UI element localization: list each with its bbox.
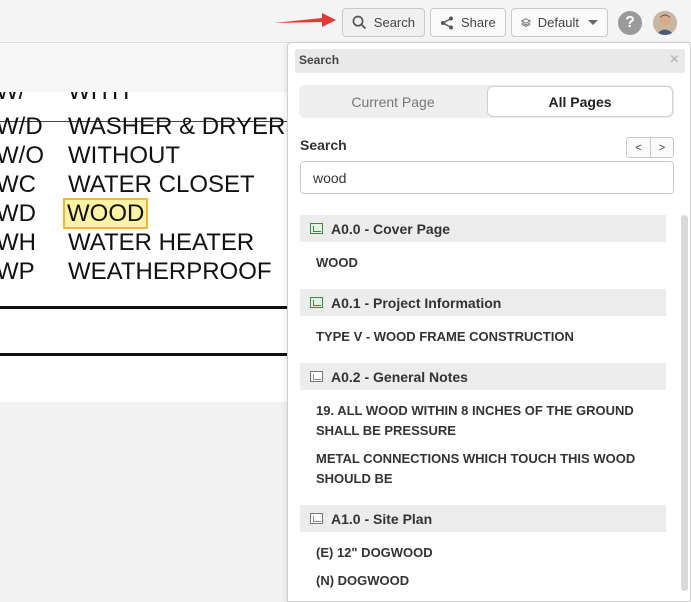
- top-toolbar: Search Share Default ?: [0, 0, 691, 43]
- drawing-abbr: W/D: [0, 113, 43, 140]
- drawing-row: WP WEATHERPROOF: [0, 258, 290, 286]
- share-icon: [441, 16, 453, 29]
- result-match[interactable]: METAL CONNECTIONS WHICH TOUCH THIS WOOD …: [316, 449, 666, 489]
- drawing-row: W/ WITH: [0, 92, 290, 106]
- panel-header: Search ×: [295, 49, 685, 73]
- drawing-row: WC WATER CLOSET: [0, 171, 290, 199]
- chevron-down-icon: [588, 20, 598, 25]
- drawing-term: WITHOUT: [68, 142, 180, 169]
- divider: [0, 353, 290, 356]
- tab-current-page[interactable]: Current Page: [299, 86, 487, 117]
- result-sheet-header[interactable]: A0.2 - General Notes: [300, 363, 666, 390]
- drawing-margin: [0, 402, 290, 602]
- drawing-abbr: WD: [0, 200, 36, 227]
- search-input[interactable]: [300, 161, 674, 194]
- drawing-term: WATER HEATER: [68, 229, 255, 256]
- layers-icon: [521, 18, 531, 27]
- drawing-term: WITH: [68, 92, 129, 106]
- result-sheet-header[interactable]: A0.0 - Cover Page: [300, 215, 666, 242]
- drawing-abbr: W/O: [0, 142, 44, 169]
- result-match[interactable]: WOOD: [316, 253, 666, 273]
- drawing-sheet[interactable]: W/ WITH W/D WASHER & DRYER W/O WITHOUT W…: [0, 92, 290, 402]
- result-match[interactable]: (N) DOGWOOD: [316, 571, 666, 591]
- sheet-icon: [310, 513, 323, 524]
- search-panel: Search × Current Page All Pages Search <…: [287, 42, 691, 602]
- drawing-abbr: W/: [0, 92, 25, 106]
- search-results-list: A0.0 - Cover Page WOOD A0.1 - Project In…: [288, 213, 678, 602]
- share-button[interactable]: Share: [430, 8, 506, 37]
- avatar[interactable]: [653, 11, 677, 35]
- result-sheet-title: A0.0 - Cover Page: [331, 220, 451, 237]
- share-button-label: Share: [461, 15, 496, 30]
- result-sheet-title: A1.0 - Site Plan: [331, 510, 433, 527]
- search-scope-toggle: Current Page All Pages: [299, 85, 674, 118]
- divider: [0, 306, 290, 309]
- sheet-icon: [310, 371, 323, 382]
- sheet-icon: [310, 223, 323, 234]
- drawing-row: W/O WITHOUT: [0, 142, 290, 170]
- result-match[interactable]: (E) 12" DOGWOOD: [316, 543, 666, 563]
- sheet-icon: [310, 297, 323, 308]
- layers-dropdown-label: Default: [537, 15, 579, 30]
- drawing-term: WASHER & DRYER: [68, 113, 286, 140]
- drawing-term: WATER CLOSET: [68, 171, 255, 198]
- result-navigation: < >: [626, 137, 674, 158]
- layers-dropdown[interactable]: Default: [511, 8, 608, 37]
- result-sheet-header[interactable]: A0.1 - Project Information: [300, 289, 666, 316]
- result-match[interactable]: TYPE V - WOOD FRAME CONSTRUCTION: [316, 327, 666, 347]
- drawing-row: W/D WASHER & DRYER: [0, 113, 290, 141]
- search-highlight[interactable]: WOOD: [62, 198, 149, 229]
- red-arrow-annotation: [274, 13, 336, 27]
- tab-all-pages[interactable]: All Pages: [487, 86, 673, 117]
- result-sheet-title: A0.1 - Project Information: [331, 294, 502, 311]
- result-sheet-header[interactable]: A1.0 - Site Plan: [300, 505, 666, 532]
- results-scrollbar[interactable]: [681, 215, 688, 591]
- previous-result-button[interactable]: <: [626, 137, 650, 158]
- search-button-label: Search: [373, 15, 415, 30]
- search-icon: [352, 15, 367, 30]
- drawing-margin: [0, 44, 290, 92]
- result-sheet-title: A0.2 - General Notes: [331, 368, 468, 385]
- drawing-term: WEATHERPROOF: [68, 258, 272, 285]
- drawing-row: WD WOOD: [0, 198, 290, 229]
- panel-title: Search: [299, 53, 340, 67]
- drawing-row: WH WATER HEATER: [0, 229, 290, 257]
- drawing-abbr: WP: [0, 258, 35, 285]
- drawing-abbr: WH: [0, 229, 36, 256]
- help-icon[interactable]: ?: [618, 11, 642, 35]
- close-icon[interactable]: ×: [670, 51, 679, 69]
- drawing-abbr: WC: [0, 171, 36, 198]
- next-result-button[interactable]: >: [650, 137, 674, 158]
- search-field-label: Search: [300, 137, 347, 153]
- search-button[interactable]: Search: [342, 8, 425, 37]
- result-match[interactable]: 19. ALL WOOD WITHIN 8 INCHES OF THE GROU…: [316, 401, 666, 441]
